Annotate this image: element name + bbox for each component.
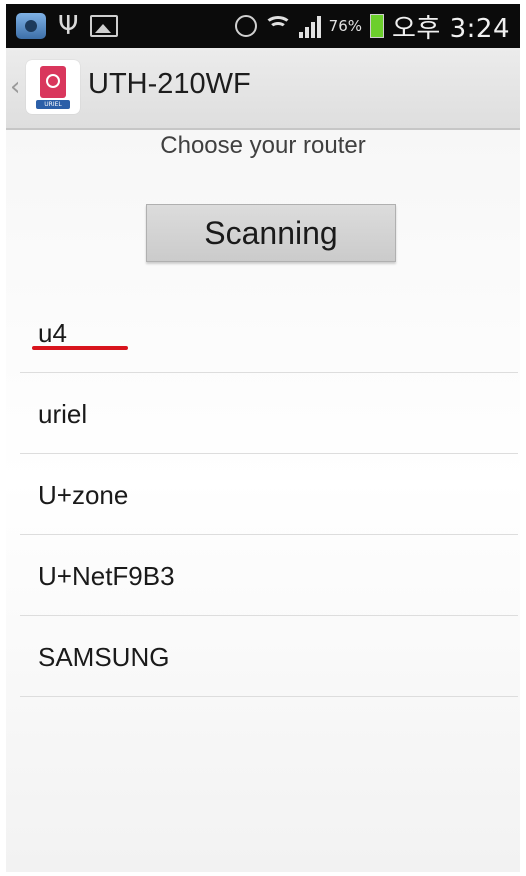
router-item-samsung[interactable]: SAMSUNG [20, 616, 518, 697]
app-notification-icon [16, 13, 46, 39]
router-name: u4 [38, 318, 67, 348]
status-clock: 오후 3:24 [392, 13, 510, 44]
router-item-unetf9b3[interactable]: U+NetF9B3 [20, 535, 518, 616]
battery-percent: 76% [328, 17, 362, 35]
wifi-icon [263, 14, 292, 38]
router-name: U+zone [38, 480, 129, 510]
status-bar-left: Ψ [16, 10, 119, 42]
app-logo[interactable]: URIEL [26, 60, 80, 114]
signal-icon [298, 14, 321, 38]
scanning-button[interactable]: Scanning [146, 204, 396, 262]
app-logo-card [40, 66, 66, 98]
router-item-u4[interactable]: u4 [20, 292, 518, 373]
router-name: uriel [38, 399, 88, 429]
app-logo-label: URIEL [36, 100, 70, 109]
back-caret-icon[interactable]: ‹ [10, 72, 20, 102]
router-item-uriel[interactable]: uriel [20, 373, 518, 454]
selection-underline [32, 346, 128, 350]
phone-screen: Ψ 76% 오후 3:24 ‹ URIEL UTH-210WF Choose y… [6, 4, 520, 872]
router-name: U+NetF9B3 [38, 561, 175, 591]
router-list: u4 uriel U+zone U+NetF9B3 SAMSUNG [20, 292, 518, 697]
choose-router-prompt: Choose your router [160, 132, 366, 159]
status-bar: Ψ 76% 오후 3:24 [6, 4, 520, 48]
usb-icon: Ψ [58, 11, 79, 41]
status-bar-right: 76% 오후 3:24 [234, 10, 510, 44]
router-item-uzone[interactable]: U+zone [20, 454, 518, 535]
battery-icon [370, 14, 384, 38]
image-icon [90, 15, 119, 37]
router-name: SAMSUNG [38, 642, 170, 672]
app-title: UTH-210WF [88, 68, 251, 100]
action-bar: ‹ URIEL UTH-210WF [6, 48, 520, 130]
alarm-icon [234, 15, 257, 37]
